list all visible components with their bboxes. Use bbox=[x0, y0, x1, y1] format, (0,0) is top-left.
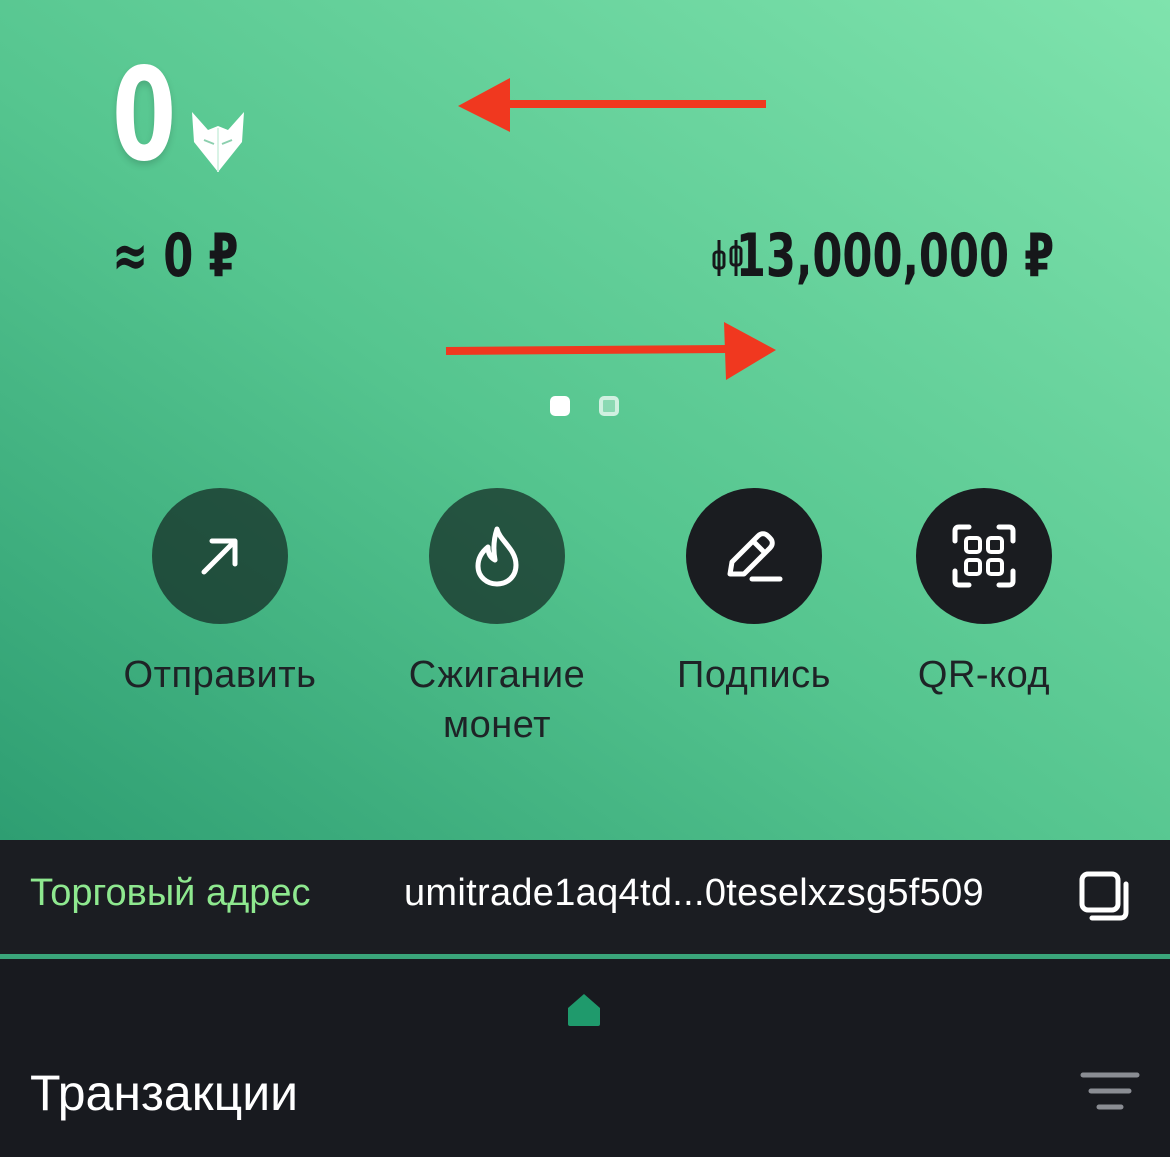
qr-button-circle[interactable] bbox=[916, 488, 1052, 624]
trading-address-value[interactable]: umitrade1aq4td...0teselxzsg5f509 bbox=[404, 870, 984, 916]
carousel-indicator bbox=[550, 396, 619, 416]
balance-card[interactable]: 0 ≈ 0 ₽ 13,000,000 ₽ Отправить Сжигание … bbox=[0, 0, 1170, 840]
coin-balance: 0 bbox=[112, 41, 177, 190]
trading-address-label: Торговый адрес bbox=[30, 872, 311, 914]
copy-icon[interactable] bbox=[1078, 870, 1132, 924]
transactions-title: Транзакции bbox=[30, 1065, 299, 1121]
burn-label: Сжигание монет bbox=[408, 654, 586, 746]
fox-icon bbox=[192, 112, 244, 172]
annotation-arrow-right bbox=[445, 322, 776, 380]
pen-icon bbox=[727, 531, 783, 582]
home-icon[interactable] bbox=[566, 992, 602, 1028]
send-button[interactable]: Отправить bbox=[100, 488, 340, 700]
transactions-panel bbox=[0, 959, 1170, 1157]
fiat-balance: ≈ 0 ₽ bbox=[112, 221, 239, 291]
qr-scan-icon bbox=[952, 524, 1016, 588]
annotation-arrow-left bbox=[458, 78, 766, 132]
burn-coins-button[interactable]: Сжигание монет bbox=[377, 488, 617, 750]
send-button-circle[interactable] bbox=[152, 488, 288, 624]
sign-button-circle[interactable] bbox=[686, 488, 822, 624]
carousel-dot[interactable] bbox=[599, 396, 619, 416]
sign-label: Подпись bbox=[677, 654, 831, 696]
qr-code-button[interactable]: QR-код bbox=[864, 488, 1104, 700]
coin-price: 13,000,000 ₽ bbox=[735, 221, 1054, 291]
carousel-dot-active[interactable] bbox=[550, 396, 570, 416]
burn-button-circle[interactable] bbox=[429, 488, 565, 624]
filter-icon[interactable] bbox=[1080, 1070, 1140, 1114]
arrow-up-right-icon bbox=[201, 538, 238, 575]
send-label: Отправить bbox=[123, 654, 317, 696]
flame-icon bbox=[475, 526, 519, 587]
qr-label: QR-код bbox=[917, 654, 1051, 696]
sign-button[interactable]: Подпись bbox=[634, 488, 874, 700]
